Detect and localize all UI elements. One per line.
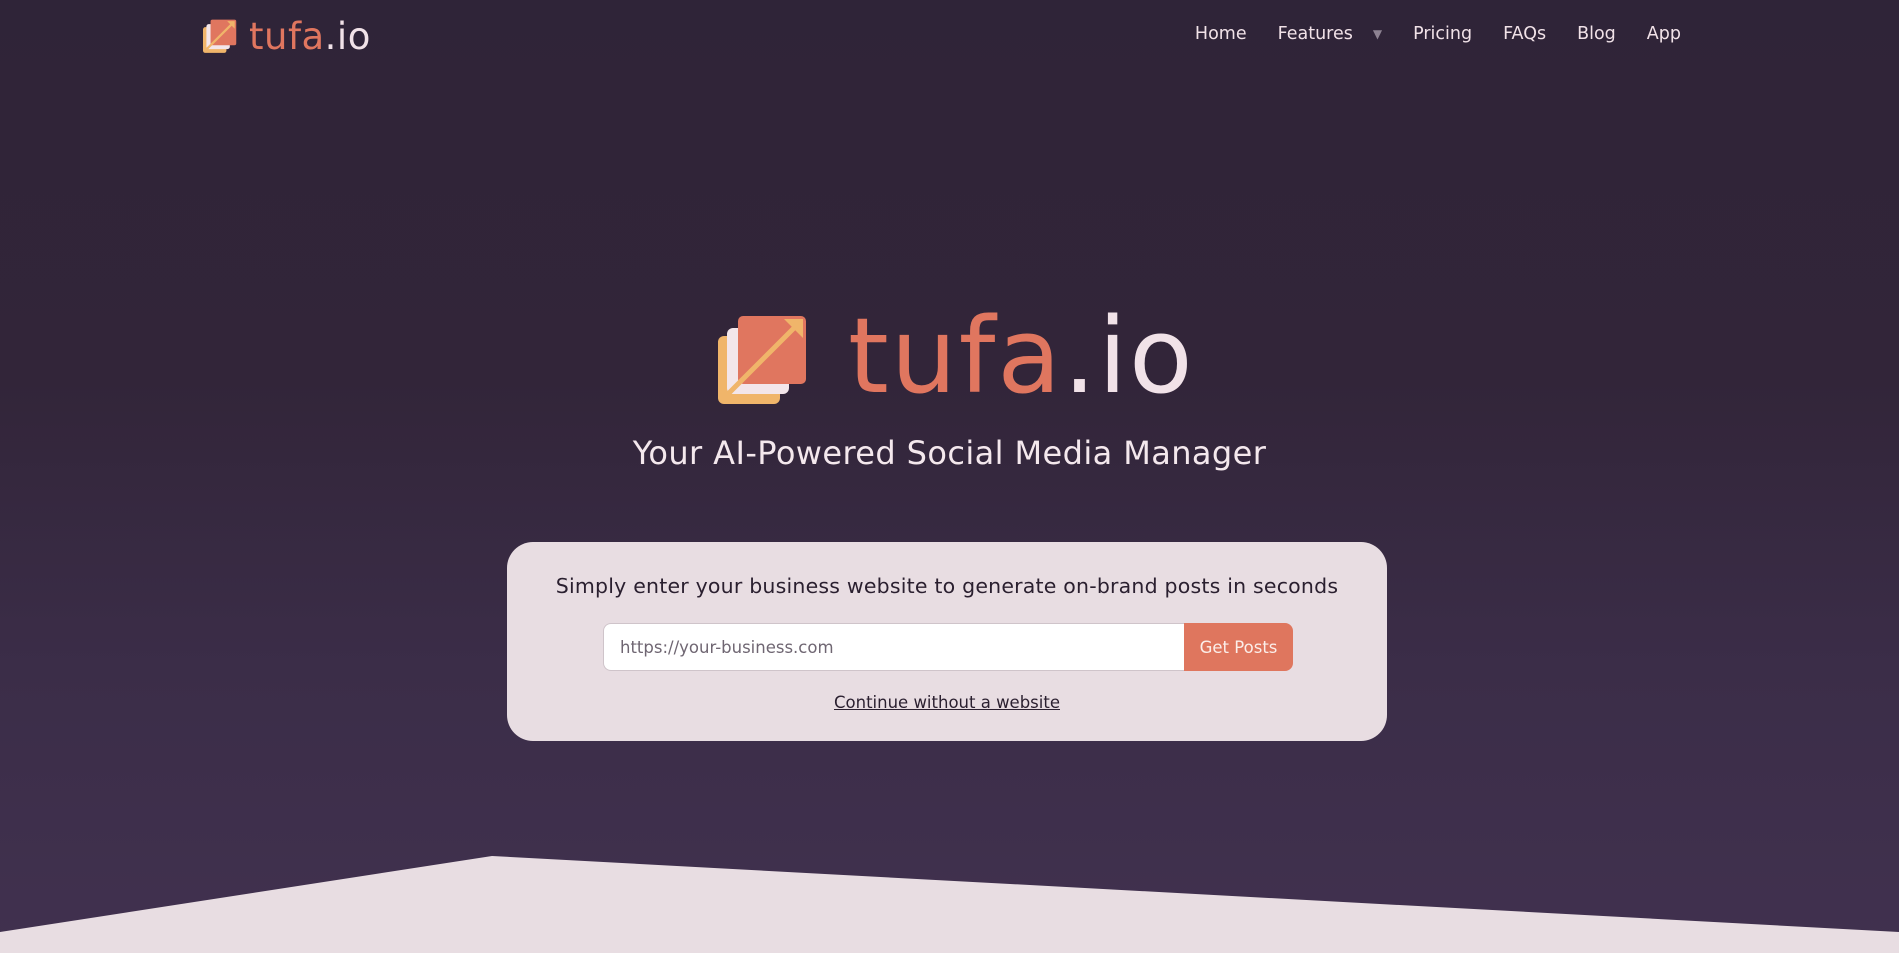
bottom-section-divider (0, 856, 1899, 953)
nav-link-home[interactable]: Home (1195, 24, 1247, 44)
website-entry-card: Simply enter your business website to ge… (507, 542, 1387, 741)
nav-links: Home Features ▼ Pricing FAQs Blog App (1195, 24, 1681, 44)
nav-link-faqs[interactable]: FAQs (1503, 24, 1546, 44)
stacked-squares-arrow-icon (718, 316, 806, 404)
hero-logo: tufa.io (718, 304, 1195, 414)
hero-name-accent: tufa (848, 295, 1064, 417)
continue-link-wrapper: Continue without a website (507, 693, 1387, 712)
card-prompt-text: Simply enter your business website to ge… (555, 574, 1339, 598)
hero-name-light: .io (1063, 295, 1195, 417)
hero-wordmark: tufa.io (848, 304, 1195, 408)
nav-link-app[interactable]: App (1647, 24, 1681, 44)
nav-link-blog[interactable]: Blog (1577, 24, 1616, 44)
brand-name-light: .io (324, 15, 371, 58)
website-url-input[interactable] (603, 623, 1184, 671)
stacked-squares-arrow-icon (203, 19, 237, 53)
brand-name-accent: tufa (249, 15, 325, 58)
continue-without-website-link[interactable]: Continue without a website (834, 693, 1060, 712)
hero-tagline: Your AI-Powered Social Media Manager (632, 434, 1267, 472)
brand-logo-link[interactable]: tufa.io (203, 18, 371, 55)
get-posts-button[interactable]: Get Posts (1184, 623, 1293, 671)
nav-link-pricing[interactable]: Pricing (1413, 24, 1472, 44)
caret-down-icon[interactable]: ▼ (1373, 27, 1382, 41)
brand-wordmark: tufa.io (249, 18, 371, 55)
url-form: Get Posts (603, 623, 1293, 671)
nav-link-features[interactable]: Features (1278, 24, 1353, 44)
top-nav: tufa.io Home Features ▼ Pricing FAQs Blo… (0, 0, 1899, 78)
